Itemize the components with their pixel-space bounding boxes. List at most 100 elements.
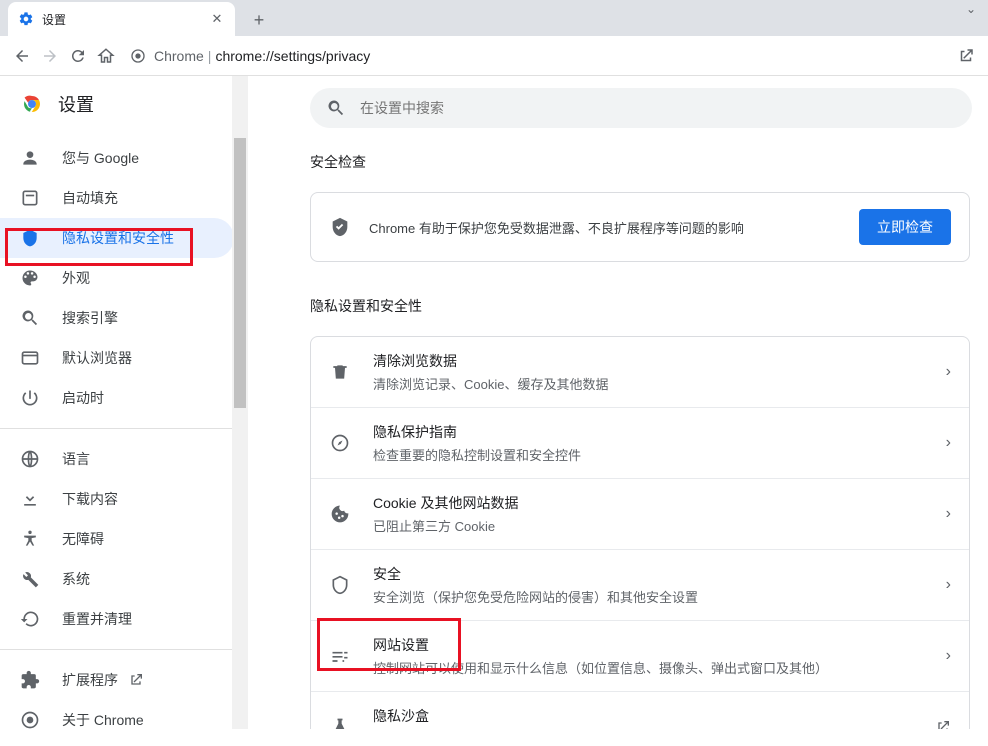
sidebar-item-you-and-google[interactable]: 您与 Google: [0, 138, 234, 178]
row-subtitle: 控制网站可以使用和显示什么信息（如位置信息、摄像头、弹出式窗口及其他）: [373, 658, 946, 677]
row-text: 安全 安全浏览（保护您免受危险网站的侵害）和其他安全设置: [373, 564, 946, 606]
sidebar-item-label: 启动时: [62, 388, 104, 408]
reload-button[interactable]: [64, 42, 92, 70]
divider: [0, 428, 248, 429]
sidebar-item-extensions[interactable]: 扩展程序: [0, 660, 234, 700]
row-subtitle: 安全浏览（保护您免受危险网站的侵害）和其他安全设置: [373, 587, 946, 606]
row-subtitle: 检查重要的隐私控制设置和安全控件: [373, 445, 946, 464]
row-title: 隐私沙盒: [373, 706, 935, 726]
check-now-button[interactable]: 立即检查: [859, 209, 951, 245]
sidebar-item-label: 外观: [62, 268, 90, 288]
new-tab-button[interactable]: +: [245, 6, 273, 34]
privacy-list: 清除浏览数据 清除浏览记录、Cookie、缓存及其他数据 › 隐私保护指南 检查…: [310, 336, 970, 729]
page: 设置 您与 Google 自动填充 隐私设置和安全性 外观 搜索引擎: [0, 76, 988, 729]
sidebar-item-accessibility[interactable]: 无障碍: [0, 519, 234, 559]
browser-toolbar: Chrome | chrome://settings/privacy: [0, 36, 988, 76]
row-text: 网站设置 控制网站可以使用和显示什么信息（如位置信息、摄像头、弹出式窗口及其他）: [373, 635, 946, 677]
row-title: Cookie 及其他网站数据: [373, 493, 946, 513]
shield-icon: [329, 574, 351, 596]
back-button[interactable]: [8, 42, 36, 70]
sidebar-item-label: 关于 Chrome: [62, 710, 144, 730]
search-icon: [326, 98, 346, 118]
sidebar-scrollbar[interactable]: [232, 76, 248, 729]
wrench-icon: [20, 569, 40, 589]
restore-icon: [20, 609, 40, 629]
row-title: 隐私保护指南: [373, 422, 946, 442]
tab-strip: 设置 ✕ + ⌄: [0, 0, 988, 36]
section-title: 隐私设置和安全性: [310, 296, 970, 316]
globe-icon: [20, 449, 40, 469]
flask-icon: [329, 716, 351, 729]
shield-icon: [20, 228, 40, 248]
sidebar-item-on-startup[interactable]: 启动时: [0, 378, 234, 418]
autofill-icon: [20, 188, 40, 208]
sidebar-item-system[interactable]: 系统: [0, 559, 234, 599]
share-button[interactable]: [952, 42, 980, 70]
row-subtitle: 已阻止第三方 Cookie: [373, 516, 946, 535]
sidebar-header: 设置: [0, 76, 248, 132]
sidebar-item-reset[interactable]: 重置并清理: [0, 599, 234, 639]
chevron-right-icon: ›: [946, 647, 951, 665]
chevron-right-icon: ›: [946, 434, 951, 452]
browser-tab[interactable]: 设置 ✕: [8, 2, 235, 36]
person-icon: [20, 148, 40, 168]
divider: [0, 649, 248, 650]
sidebar-item-label: 默认浏览器: [62, 348, 132, 368]
sidebar-item-label: 系统: [62, 569, 90, 589]
chrome-logo-icon: [20, 92, 44, 116]
row-security[interactable]: 安全 安全浏览（保护您免受危险网站的侵害）和其他安全设置 ›: [311, 549, 969, 620]
row-title: 安全: [373, 564, 946, 584]
sidebar-item-label: 隐私设置和安全性: [62, 228, 174, 248]
settings-search[interactable]: [310, 88, 972, 128]
sidebar-item-about[interactable]: 关于 Chrome: [0, 700, 234, 740]
row-privacy-sandbox[interactable]: 隐私沙盒 试用版功能已开启: [311, 691, 969, 729]
row-title: 网站设置: [373, 635, 946, 655]
row-privacy-guide[interactable]: 隐私保护指南 检查重要的隐私控制设置和安全控件 ›: [311, 407, 969, 478]
trash-icon: [329, 361, 351, 383]
gear-icon: [18, 11, 34, 27]
cookie-icon: [329, 503, 351, 525]
sidebar-item-autofill[interactable]: 自动填充: [0, 178, 234, 218]
row-site-settings[interactable]: 网站设置 控制网站可以使用和显示什么信息（如位置信息、摄像头、弹出式窗口及其他）…: [311, 620, 969, 691]
row-clear-browsing-data[interactable]: 清除浏览数据 清除浏览记录、Cookie、缓存及其他数据 ›: [311, 337, 969, 407]
chevron-right-icon: ›: [946, 505, 951, 523]
sidebar-item-appearance[interactable]: 外观: [0, 258, 234, 298]
home-button[interactable]: [92, 42, 120, 70]
shield-icon: [329, 216, 351, 238]
sidebar-item-label: 您与 Google: [62, 148, 139, 168]
sidebar-item-privacy[interactable]: 隐私设置和安全性: [0, 218, 234, 258]
open-in-new-icon: [128, 672, 144, 688]
close-icon[interactable]: ✕: [209, 11, 225, 27]
compass-icon: [329, 432, 351, 454]
open-in-new-icon: [935, 719, 951, 729]
chevron-right-icon: ›: [946, 576, 951, 594]
omnibox-path: chrome://settings/privacy: [215, 48, 370, 64]
chrome-secure-icon: [128, 46, 148, 66]
chrome-logo-icon: [20, 710, 40, 730]
accessibility-icon: [20, 529, 40, 549]
omnibox-separator: |: [208, 48, 212, 64]
row-text: 清除浏览数据 清除浏览记录、Cookie、缓存及其他数据: [373, 351, 946, 393]
main-content: 安全检查 Chrome 有助于保护您免受数据泄露、不良扩展程序等问题的影响 立即…: [248, 76, 988, 729]
safety-check-card: Chrome 有助于保护您免受数据泄露、不良扩展程序等问题的影响 立即检查: [310, 192, 970, 262]
sidebar-item-label: 语言: [62, 449, 90, 469]
row-text: Cookie 及其他网站数据 已阻止第三方 Cookie: [373, 493, 946, 535]
section-title: 安全检查: [310, 152, 970, 172]
sidebar-item-languages[interactable]: 语言: [0, 439, 234, 479]
row-text: 隐私沙盒 试用版功能已开启: [373, 706, 935, 729]
address-bar[interactable]: Chrome | chrome://settings/privacy: [128, 41, 944, 71]
search-input[interactable]: [360, 100, 956, 116]
sidebar-item-default-browser[interactable]: 默认浏览器: [0, 338, 234, 378]
forward-button[interactable]: [36, 42, 64, 70]
page-title: 设置: [58, 91, 94, 117]
sidebar-item-label: 搜索引擎: [62, 308, 118, 328]
sidebar-item-label: 重置并清理: [62, 609, 132, 629]
tab-title: 设置: [42, 11, 209, 28]
download-icon: [20, 489, 40, 509]
sidebar-item-search-engine[interactable]: 搜索引擎: [0, 298, 234, 338]
row-cookies[interactable]: Cookie 及其他网站数据 已阻止第三方 Cookie ›: [311, 478, 969, 549]
window-caret-icon[interactable]: ⌄: [966, 2, 976, 16]
power-icon: [20, 388, 40, 408]
sidebar-item-downloads[interactable]: 下载内容: [0, 479, 234, 519]
scrollbar-thumb[interactable]: [234, 138, 246, 408]
